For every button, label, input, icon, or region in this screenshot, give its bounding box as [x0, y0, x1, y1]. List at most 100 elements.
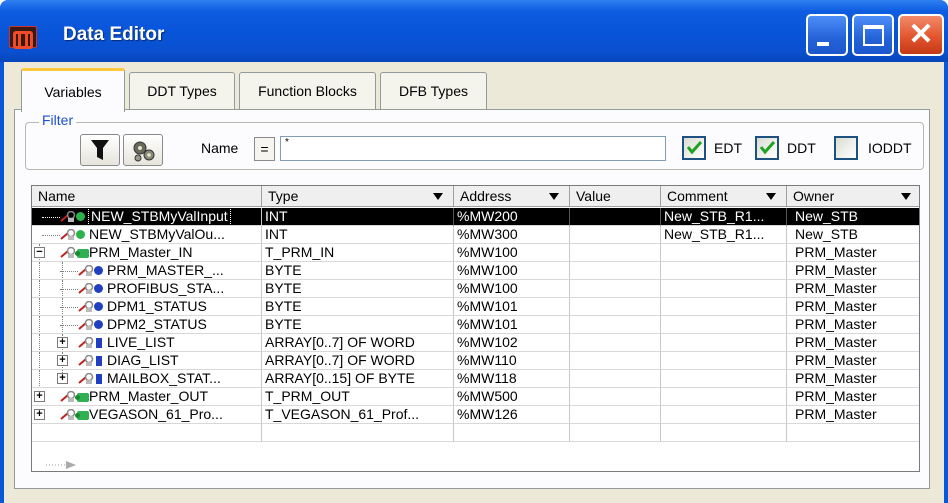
cell-name[interactable]: − PRM_Master_IN: [32, 244, 262, 262]
cell-type[interactable]: BYTE: [262, 280, 454, 298]
cell-type[interactable]: INT: [262, 226, 454, 244]
cell-name[interactable]: DPM2_STATUS: [32, 316, 262, 334]
operator-button[interactable]: =: [254, 137, 275, 161]
cell-type[interactable]: BYTE: [262, 298, 454, 316]
cell-comment[interactable]: New_STB_R1...: [661, 208, 787, 226]
expand-icon[interactable]: +: [34, 391, 45, 402]
maximize-button[interactable]: [852, 14, 894, 56]
cell-owner[interactable]: PRM_Master: [787, 262, 919, 280]
close-button[interactable]: ✕: [898, 14, 944, 56]
cell-comment[interactable]: [661, 280, 787, 298]
cell-address[interactable]: %MW500: [454, 388, 570, 406]
cell-name[interactable]: + LIVE_LIST: [32, 334, 262, 352]
cell-address[interactable]: %MW101: [454, 316, 570, 334]
column-header-type[interactable]: Type: [262, 186, 454, 207]
chevron-down-icon[interactable]: [766, 193, 776, 200]
cell-address[interactable]: %MW110: [454, 352, 570, 370]
title-bar[interactable]: Data Editor ✕: [0, 0, 948, 62]
cell-type[interactable]: T_VEGASON_61_Prof...: [262, 406, 454, 424]
table-row[interactable]: PRM_MASTER_... BYTE %MW100 PRM_Master: [32, 262, 919, 280]
cell-value[interactable]: [570, 352, 661, 370]
cell-type[interactable]: BYTE: [262, 316, 454, 334]
collapse-icon[interactable]: −: [34, 247, 45, 258]
cell-value[interactable]: [570, 406, 661, 424]
empty-row[interactable]: [32, 424, 919, 442]
table-row[interactable]: NEW_STBMyValOu... INT %MW300 New_STB_R1... N…: [32, 226, 919, 244]
cell-address[interactable]: %MW200: [454, 208, 570, 226]
cell-empty[interactable]: [787, 424, 919, 442]
cell-type[interactable]: BYTE: [262, 262, 454, 280]
cell-comment[interactable]: [661, 316, 787, 334]
tab-variables[interactable]: Variables: [21, 68, 125, 112]
cell-owner[interactable]: PRM_Master: [787, 370, 919, 388]
column-header-comment[interactable]: Comment: [661, 186, 787, 207]
cell-name[interactable]: + DIAG_LIST: [32, 352, 262, 370]
cell-address[interactable]: %MW118: [454, 370, 570, 388]
cell-comment[interactable]: [661, 388, 787, 406]
cell-address[interactable]: %MW102: [454, 334, 570, 352]
cell-owner[interactable]: PRM_Master: [787, 388, 919, 406]
cell-name[interactable]: NEW_STBMyValOu...: [32, 226, 262, 244]
cell-address[interactable]: %MW101: [454, 298, 570, 316]
cell-name[interactable]: + MAILBOX_STAT...: [32, 370, 262, 388]
cell-empty[interactable]: [661, 424, 787, 442]
name-filter-input[interactable]: [280, 136, 666, 161]
edt-checkbox[interactable]: [682, 136, 706, 160]
cell-type[interactable]: T_PRM_OUT: [262, 388, 454, 406]
cell-value[interactable]: [570, 334, 661, 352]
cell-comment[interactable]: [661, 298, 787, 316]
cell-owner[interactable]: New_STB: [787, 226, 919, 244]
cell-type[interactable]: ARRAY[0..7] OF WORD: [262, 334, 454, 352]
cell-owner[interactable]: PRM_Master: [787, 352, 919, 370]
cell-type[interactable]: T_PRM_IN: [262, 244, 454, 262]
cell-name[interactable]: DPM1_STATUS: [32, 298, 262, 316]
cell-value[interactable]: [570, 280, 661, 298]
cell-address[interactable]: %MW126: [454, 406, 570, 424]
cell-owner[interactable]: PRM_Master: [787, 316, 919, 334]
table-row[interactable]: + LIVE_LIST ARRAY[0..7] OF WORD %MW102 PRM_M…: [32, 334, 919, 352]
tab-function-blocks[interactable]: Function Blocks: [239, 72, 376, 110]
cell-value[interactable]: [570, 298, 661, 316]
column-header-value[interactable]: Value: [570, 186, 661, 207]
cell-owner[interactable]: PRM_Master: [787, 244, 919, 262]
chevron-down-icon[interactable]: [549, 193, 559, 200]
expand-icon[interactable]: +: [34, 409, 45, 420]
minimize-button[interactable]: [806, 14, 848, 56]
table-row[interactable]: + DIAG_LIST ARRAY[0..7] OF WORD %MW110 PRM_M…: [32, 352, 919, 370]
table-row[interactable]: NEW_STBMyValInput INT %MW200 New_STB_R1... N…: [32, 208, 919, 226]
table-row[interactable]: PROFIBUS_STA... BYTE %MW100 PRM_Master: [32, 280, 919, 298]
ioddt-checkbox[interactable]: [834, 136, 858, 160]
cell-owner[interactable]: PRM_Master: [787, 280, 919, 298]
chevron-down-icon[interactable]: [901, 193, 911, 200]
table-row[interactable]: + VEGASON_61_Pro... T_VEGASON_61_Prof... %M…: [32, 406, 919, 424]
cell-value[interactable]: [570, 244, 661, 262]
column-header-address[interactable]: Address: [454, 186, 570, 207]
cell-type[interactable]: ARRAY[0..15] OF BYTE: [262, 370, 454, 388]
cell-empty[interactable]: [454, 424, 570, 442]
cell-address[interactable]: %MW100: [454, 244, 570, 262]
new-row-arrow-icon[interactable]: [46, 461, 76, 469]
cell-type[interactable]: INT: [262, 208, 454, 226]
cell-empty[interactable]: [32, 424, 262, 442]
cell-value[interactable]: [570, 316, 661, 334]
cell-comment[interactable]: [661, 334, 787, 352]
cell-value[interactable]: [570, 208, 661, 226]
cell-comment[interactable]: [661, 406, 787, 424]
table-row[interactable]: + MAILBOX_STAT... ARRAY[0..15] OF BYTE %MW1…: [32, 370, 919, 388]
apply-filter-button[interactable]: [80, 134, 120, 166]
expand-icon[interactable]: +: [57, 355, 68, 366]
table-row[interactable]: + PRM_Master_OUT T_PRM_OUT %MW500 PRM_Master: [32, 388, 919, 406]
cell-name[interactable]: NEW_STBMyValInput: [32, 208, 262, 226]
cell-address[interactable]: %MW100: [454, 262, 570, 280]
cell-value[interactable]: [570, 388, 661, 406]
table-row[interactable]: − PRM_Master_IN T_PRM_IN %MW100 PRM_Master: [32, 244, 919, 262]
cell-name[interactable]: + VEGASON_61_Pro...: [32, 406, 262, 424]
cell-comment[interactable]: [661, 370, 787, 388]
instance-filter-button[interactable]: [123, 134, 163, 166]
cell-value[interactable]: [570, 370, 661, 388]
cell-owner[interactable]: PRM_Master: [787, 298, 919, 316]
cell-name[interactable]: + PRM_Master_OUT: [32, 388, 262, 406]
column-header-name[interactable]: Name: [32, 186, 262, 207]
ddt-checkbox[interactable]: [755, 136, 779, 160]
cell-owner[interactable]: New_STB: [787, 208, 919, 226]
